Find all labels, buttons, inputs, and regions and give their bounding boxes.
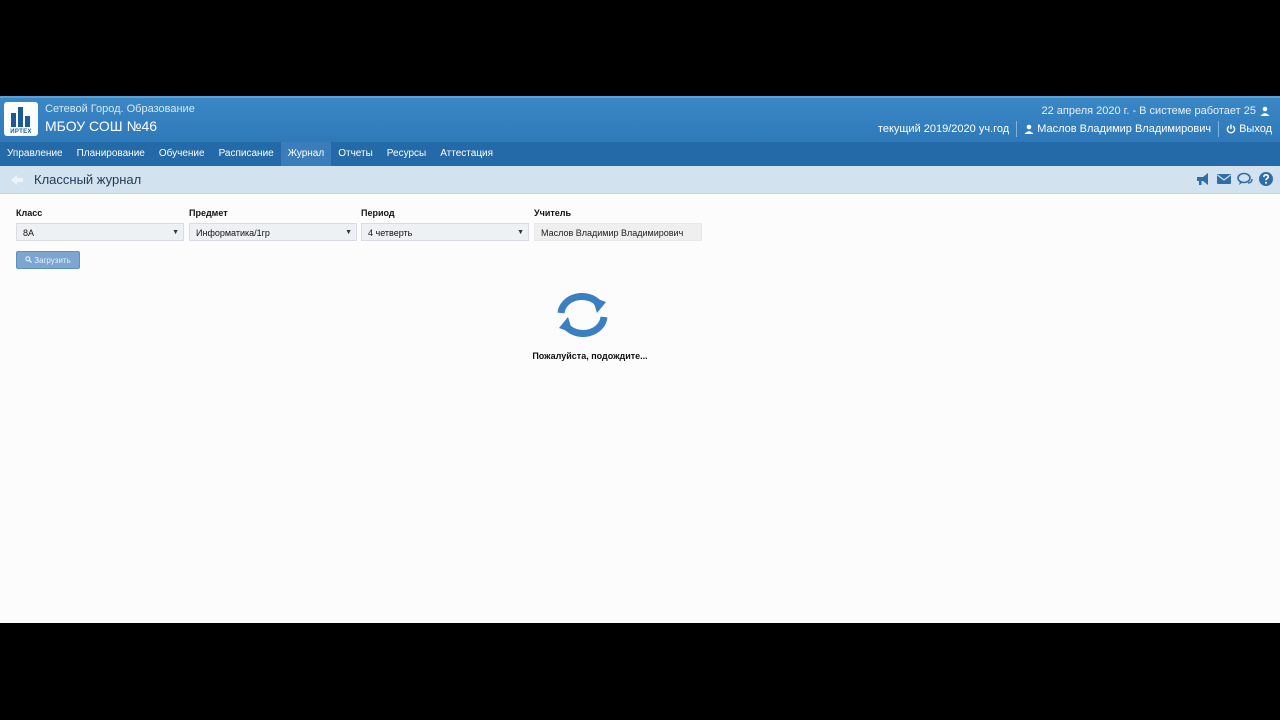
subject-select[interactable]: Информатика/1гр ▼ [189,223,357,241]
menu-item-resources[interactable]: Ресурсы [380,142,433,166]
logo-caption: ИРТЕХ [10,129,32,135]
dropdown-arrow-icon: ▼ [345,229,352,236]
toolbar-icons [1195,171,1274,187]
user-icon [1260,106,1270,116]
power-icon [1226,124,1236,134]
page-title: Классный журнал [34,172,142,187]
load-button-label: Загрузить [34,256,71,265]
help-icon[interactable] [1258,171,1274,187]
period-value: 4 четверть [368,228,413,238]
load-button[interactable]: Загрузить [16,251,80,269]
dropdown-arrow-icon: ▼ [172,229,179,236]
menu-item-planning[interactable]: Планирование [70,142,152,166]
teacher-field: Учитель Маслов Владимир Владимирович [534,208,702,241]
logout-label: Выход [1239,123,1272,135]
school-name: МБОУ СОШ №46 [45,118,158,134]
class-select[interactable]: 8А ▼ [16,223,184,241]
search-icon [25,252,33,269]
subject-value: Информатика/1гр [196,228,270,238]
subject-label: Предмет [189,208,228,218]
period-select[interactable]: 4 четверть ▼ [361,223,529,241]
teacher-label: Учитель [534,208,572,218]
dropdown-arrow-icon: ▼ [517,229,524,236]
divider [1016,121,1018,137]
app-name: Сетевой Город. Образование [45,103,195,115]
loading-message: Пожалуйста, подождите... [532,351,648,361]
menu-item-journal[interactable]: Журнал [280,142,332,166]
app-window: ИРТЕХ Сетевой Город. Образование МБОУ СО… [0,96,1280,623]
menu-item-attestation[interactable]: Аттестация [433,142,500,166]
back-arrow-icon[interactable] [9,172,25,188]
menu-item-reports[interactable]: Отчеты [331,142,380,166]
logo-icon[interactable]: ИРТЕХ [4,102,38,136]
chat-icon[interactable] [1237,171,1253,187]
system-info-text: 22 апреля 2020 г. - В системе работает 2… [1041,105,1256,117]
logout-button[interactable]: Выход [1226,123,1272,135]
class-field: Класс 8А ▼ [16,208,184,241]
class-value: 8А [23,228,35,238]
user-icon [1024,124,1034,134]
class-label: Класс [16,208,43,218]
menu-item-management[interactable]: Управление [0,142,70,166]
teacher-value: Маслов Владимир Владимирович [534,223,702,241]
mail-icon[interactable] [1216,171,1232,187]
header-user-bar: текущий 2019/2020 уч.год Маслов Владимир… [878,121,1272,137]
refresh-icon [557,293,608,337]
user-profile-link[interactable]: Маслов Владимир Владимирович [1024,123,1211,135]
period-field: Период 4 четверть ▼ [361,208,529,241]
divider [1218,121,1220,137]
menu-item-education[interactable]: Обучение [152,142,212,166]
header: ИРТЕХ Сетевой Город. Образование МБОУ СО… [0,96,1280,142]
user-name: Маслов Владимир Владимирович [1037,123,1212,135]
megaphone-icon[interactable] [1195,171,1211,187]
academic-year[interactable]: текущий 2019/2020 уч.год [878,123,1009,135]
system-info: 22 апреля 2020 г. - В системе работает 2… [1041,105,1270,117]
page-title-bar: Классный журнал [0,166,1280,194]
menu-item-schedule[interactable]: Расписание [212,142,281,166]
main-menu: Управление Планирование Обучение Расписа… [0,142,1280,166]
period-label: Период [361,208,395,218]
subject-field: Предмет Информатика/1гр ▼ [189,208,357,241]
